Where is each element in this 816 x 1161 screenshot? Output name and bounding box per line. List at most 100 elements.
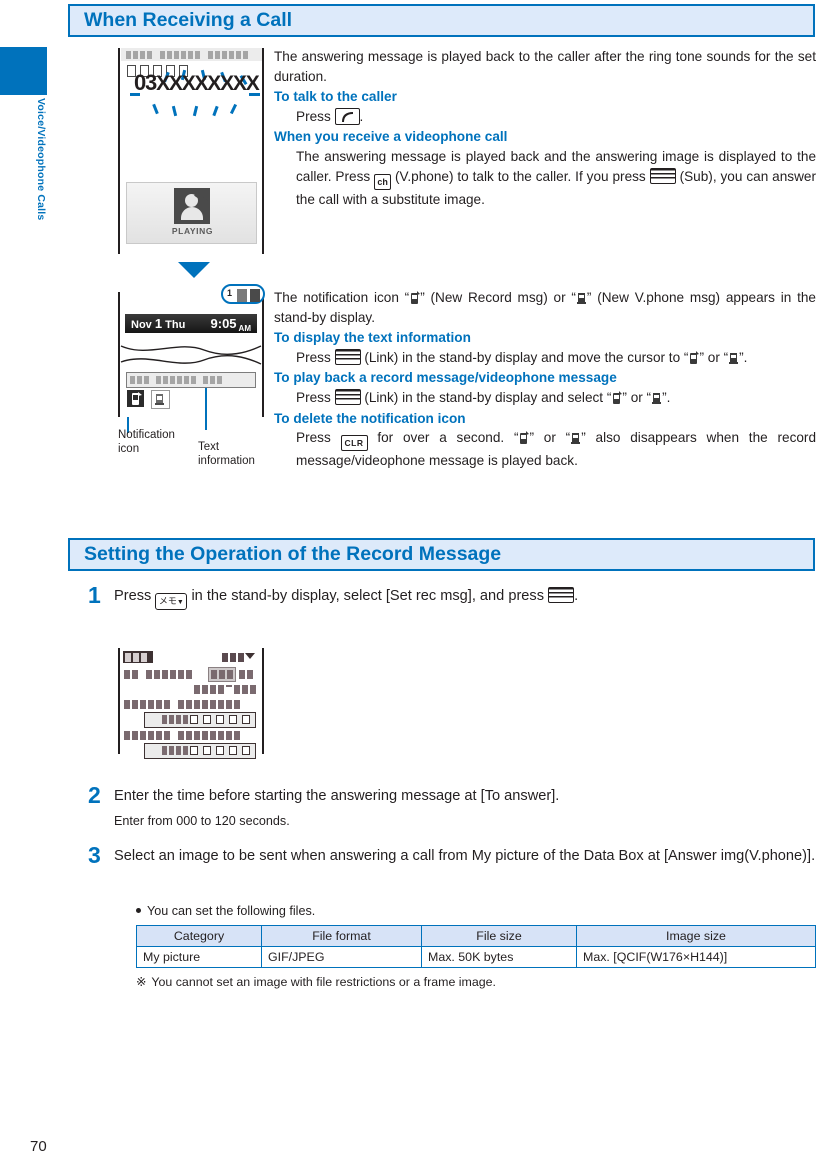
subhead-play-back-message: To play back a record message/videophone… xyxy=(274,370,617,386)
col-header-image-size: Image size xyxy=(576,925,816,947)
notif-text-a: The notification icon “ xyxy=(274,290,410,305)
memo-key-arrow: ▼ xyxy=(176,599,184,606)
section-header-setting-record-message: Setting the Operation of the Record Mess… xyxy=(68,538,815,571)
vphone-msg-icon xyxy=(728,351,739,365)
new-vphone-msg-icon[interactable] xyxy=(151,390,171,409)
chapter-tab-marker xyxy=(0,47,47,95)
subhead-delete-notification: To delete the notification icon xyxy=(274,410,466,426)
field-label-to-answer xyxy=(124,670,194,679)
press-label: Press xyxy=(296,430,331,446)
cell-file-size: Max. 50K bytes xyxy=(421,946,577,968)
call-key-icon xyxy=(334,107,360,125)
table-header-row: Category File format File size Image siz… xyxy=(136,925,816,947)
step-3: 3 Select an image to be sent when answer… xyxy=(88,842,816,868)
callout-label-text-information: Text information xyxy=(198,441,255,467)
intro-paragraph: The answering message is played back to … xyxy=(274,49,816,84)
badge-count: 1 xyxy=(227,288,233,298)
footnote-marker-icon: ※ xyxy=(136,975,147,989)
text-column-standby: The notification icon “ ” (New Record msg… xyxy=(274,288,816,471)
notification-badge-highlight: 1 xyxy=(221,284,265,304)
period: . xyxy=(359,108,364,124)
link-text-b: (Link) in the stand-by display and move … xyxy=(364,349,689,365)
callout-label-notification-icon: Notification icon xyxy=(118,429,175,455)
notification-icon-row xyxy=(127,390,173,409)
step1-text-b: in the stand-by display, select [Set rec… xyxy=(191,588,545,604)
bullet-dot-icon xyxy=(136,908,141,913)
file-spec-table: Category File format File size Image siz… xyxy=(136,925,816,968)
callout-line-text-info xyxy=(205,388,208,430)
field-label-answer-img-1 xyxy=(124,700,242,709)
play-back-instruction: Press (Link) in the stand-by display and… xyxy=(296,388,816,408)
del-text-b: for over a second. “ xyxy=(377,430,519,446)
screen-title-placeholder xyxy=(125,653,149,662)
page-number: 70 xyxy=(30,1138,47,1155)
answering-image-box: PLAYING xyxy=(126,182,257,244)
link-text-d: ”. xyxy=(739,349,748,365)
col-header-file-size: File size xyxy=(421,925,577,947)
caller-number-prefix: 03 xyxy=(134,70,157,95)
step-text: Enter the time before starting the answe… xyxy=(114,788,560,804)
chapter-tab-label: Voice/Videophone Calls xyxy=(35,98,47,221)
date-month: Nov xyxy=(131,319,152,331)
record-msg-icon xyxy=(611,390,623,405)
delete-notification-instruction: Press CLR for over a second. “” or “” al… xyxy=(296,428,816,471)
record-msg-icon xyxy=(688,350,700,365)
play-text-b: (Link) in the stand-by display and selec… xyxy=(364,389,612,405)
caller-number-rest: XXXXXXXX xyxy=(156,72,260,95)
range-hint-placeholder xyxy=(194,685,258,694)
subhead-talk-to-caller: To talk to the caller xyxy=(274,89,397,105)
step1-text-c: . xyxy=(574,588,579,604)
date-day: 1 xyxy=(154,316,163,331)
unit-placeholder xyxy=(239,670,255,679)
step-1: 1 Press メモ▼ in the stand-by display, sel… xyxy=(88,582,816,610)
step-number: 3 xyxy=(88,842,101,868)
section-title: When Receiving a Call xyxy=(84,8,293,31)
caller-number: 03XXXXXXXX xyxy=(134,70,260,96)
date-time-bar: Nov 1 Thu AM 9:05 xyxy=(125,314,257,333)
answer-img-value-1-placeholder xyxy=(162,715,252,724)
date-weekday: Thu xyxy=(165,319,186,331)
softkey-placeholder xyxy=(222,653,246,662)
step1-text-a: Press xyxy=(114,588,152,604)
phone-display-standby: 1 Nov 1 Thu AM 9:05 xyxy=(118,284,265,417)
vphone-msg-icon xyxy=(250,289,260,302)
ch-key-icon: ch xyxy=(374,173,392,190)
field-label-answer-img-2 xyxy=(124,731,242,740)
col-header-category: Category xyxy=(136,925,262,947)
phone-display-incoming-call: 03XXXXXXXX PLAYING xyxy=(118,48,264,254)
phone-display-record-message-settings xyxy=(118,648,264,759)
new-record-msg-icon[interactable] xyxy=(127,390,144,407)
cell-image-size: Max. [QCIF(W176×H144)] xyxy=(576,946,816,968)
notification-paragraph: The notification icon “ ” (New Record msg… xyxy=(274,288,816,327)
answer-img-value-2-placeholder xyxy=(162,746,252,755)
press-label: Press xyxy=(296,349,331,365)
memo-key-icon: メモ▼ xyxy=(155,593,188,610)
subhead-display-text-info: To display the text information xyxy=(274,330,471,346)
record-msg-icon xyxy=(409,291,421,305)
vphone-msg-icon xyxy=(576,291,587,305)
vphone-msg-icon xyxy=(651,391,662,405)
playing-label: PLAYING xyxy=(171,226,214,236)
bullet-note-text: You can set the following files. xyxy=(147,904,316,918)
to-answer-value-placeholder xyxy=(211,670,235,679)
status-bar-placeholder-blocks xyxy=(126,51,250,59)
del-text-c: ” or “ xyxy=(529,430,571,446)
footnote-text: You cannot set an image with file restri… xyxy=(151,975,496,989)
play-text-d: ”. xyxy=(662,389,671,405)
step-number: 2 xyxy=(88,782,101,808)
flow-arrow-down-icon xyxy=(178,262,210,278)
section-header-receiving-a-call: When Receiving a Call xyxy=(68,4,815,37)
torn-edge-divider xyxy=(120,345,262,365)
text-column-receiving: The answering message is played back to … xyxy=(274,47,816,209)
chevron-down-icon xyxy=(245,653,255,659)
clock-time: 9:05 xyxy=(210,316,237,331)
table-row: My picture GIF/JPEG Max. 50K bytes Max. … xyxy=(136,946,816,968)
cell-file-format: GIF/JPEG xyxy=(261,946,422,968)
time-meridiem: AM xyxy=(238,324,251,333)
display-text-info-instruction: Press (Link) in the stand-by display and… xyxy=(296,348,816,368)
bullet-note: You can set the following files. xyxy=(136,904,315,918)
sub-key-icon xyxy=(649,167,676,184)
talk-instruction: Press . xyxy=(296,107,816,127)
text-information-placeholder-blocks xyxy=(130,376,224,384)
subhead-videophone-call: When you receive a videophone call xyxy=(274,129,508,145)
